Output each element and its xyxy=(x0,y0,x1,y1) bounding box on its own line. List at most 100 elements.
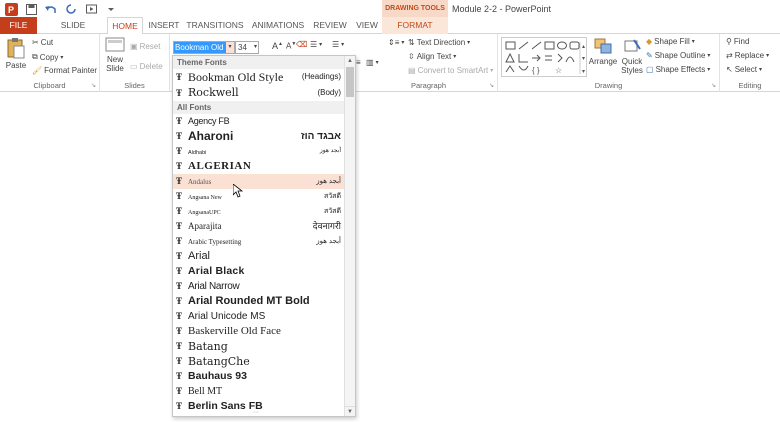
quick-styles-label: Quick xyxy=(621,57,643,66)
font-item-arial-rounded-mt-bold[interactable]: Ŧ Arial Rounded MT Bold xyxy=(173,294,345,309)
tab-view[interactable]: VIEW xyxy=(352,17,382,34)
copy-button[interactable]: ⧉ Copy ▾ xyxy=(32,52,63,62)
clipboard-group-label: Clipboard xyxy=(33,81,66,90)
dialog-launcher-icon[interactable]: ↘ xyxy=(91,82,96,89)
bullets-icon: ☰ xyxy=(310,40,318,49)
align-left-button[interactable]: ≡ xyxy=(356,58,361,67)
font-name-combobox[interactable]: Bookman Old S ▾ xyxy=(173,41,235,54)
chevron-down-icon[interactable]: ▾ xyxy=(254,42,257,53)
font-item-name: Berlin Sans FB xyxy=(188,400,263,412)
select-label: Select xyxy=(734,65,757,74)
start-slideshow-icon[interactable] xyxy=(84,2,98,16)
dropdown-scrollbar[interactable]: ▲ ▼ xyxy=(344,56,355,416)
align-text-button[interactable]: ⇳ Align Text ▾ xyxy=(408,52,456,61)
font-item-sample: สวัสดี xyxy=(323,193,341,200)
decrease-font-size-button[interactable]: A▼ xyxy=(286,41,296,51)
truetype-icon: Ŧ xyxy=(176,296,183,306)
tab-format[interactable]: FORMAT xyxy=(382,17,448,34)
font-item-arial-narrow[interactable]: Ŧ Arial Narrow xyxy=(173,279,345,294)
shape-effects-button[interactable]: ▢ Shape Effects ▾ xyxy=(646,65,710,74)
editing-group-label: Editing xyxy=(738,81,762,90)
font-item-arial[interactable]: Ŧ Arial xyxy=(173,249,345,264)
font-item-batangche[interactable]: Ŧ BatangChe xyxy=(173,354,345,369)
tab-animations[interactable]: ANIMATIONS xyxy=(249,17,307,34)
font-item-baskerville-old-face[interactable]: Ŧ Baskerville Old Face xyxy=(173,324,345,339)
font-item-agency-fb[interactable]: Ŧ Agency FB xyxy=(173,114,345,129)
font-item-rockwell[interactable]: Ŧ Rockwell (Body) xyxy=(173,85,345,101)
shapes-gallery[interactable]: { } ☆ ▴ ▾ ▾ xyxy=(501,37,587,77)
font-item-bookman-old-style[interactable]: Ŧ Bookman Old Style (Headings) xyxy=(173,69,345,85)
tab-transitions[interactable]: TRANSITIONS xyxy=(186,17,244,34)
tab-slide-master[interactable]: SLIDE MASTER xyxy=(42,17,104,47)
replace-button[interactable]: ⇄ Replace ▾ xyxy=(726,51,769,60)
new-slide-button[interactable]: New Slide xyxy=(102,37,128,73)
format-painter-button[interactable]: 🖌 Format Painter xyxy=(32,66,97,75)
undo-icon[interactable] xyxy=(44,2,58,16)
resize-grip-icon[interactable]: ⋯ xyxy=(253,409,259,416)
font-item-aparajita[interactable]: Ŧ Aparajita देवनागरी xyxy=(173,219,345,234)
text-direction-icon: ⇅ xyxy=(408,38,415,47)
customize-toolbar-icon[interactable] xyxy=(104,2,118,16)
truetype-icon: Ŧ xyxy=(176,401,183,411)
tab-home[interactable]: HOME xyxy=(107,17,143,35)
bullets-button[interactable]: ☰ ▾ xyxy=(310,40,322,49)
delete-button[interactable]: ▭ Delete xyxy=(130,62,163,71)
all-fonts-list: Ŧ Agency FB Ŧ Aharoni אבגד הוז Ŧ Aldhabi أبجد… xyxy=(173,114,355,414)
tab-review[interactable]: REVIEW xyxy=(311,17,349,34)
dialog-launcher-icon[interactable]: ↘ xyxy=(489,82,494,89)
powerpoint-logo-icon: P xyxy=(4,2,18,16)
slide-canvas[interactable] xyxy=(0,92,780,422)
cut-button[interactable]: ✂ Cut xyxy=(32,38,53,47)
font-item-bauhaus-93[interactable]: Ŧ Bauhaus 93 xyxy=(173,369,345,384)
reset-icon: ▣ xyxy=(130,42,138,51)
font-item-arabic-typesetting[interactable]: Ŧ Arabic Typesetting أبجد هوز xyxy=(173,234,345,249)
scroll-down-icon[interactable]: ▼ xyxy=(345,406,355,416)
clear-formatting-button[interactable]: ⌫ xyxy=(296,40,307,49)
reset-button[interactable]: ▣ Reset xyxy=(130,42,160,51)
chevron-down-icon[interactable]: ▾ xyxy=(226,42,234,53)
shape-outline-button[interactable]: ✎ Shape Outline ▾ xyxy=(646,51,710,60)
truetype-icon: Ŧ xyxy=(176,72,183,82)
columns-button[interactable]: ▥ ▾ xyxy=(366,58,379,67)
truetype-icon: Ŧ xyxy=(176,176,183,186)
svg-text:▴: ▴ xyxy=(582,44,585,50)
numbering-button[interactable]: ☰ ▾ xyxy=(332,40,344,49)
font-item-angsana-new[interactable]: Ŧ Angsana New สวัสดี xyxy=(173,189,345,204)
chevron-down-icon: ▾ xyxy=(707,67,711,73)
chevron-down-icon: ▾ xyxy=(401,40,405,46)
find-button[interactable]: ⚲ Find xyxy=(726,37,749,46)
convert-smartart-button[interactable]: ▤ Convert to SmartArt ▾ xyxy=(408,66,493,75)
font-item-arial-unicode-ms[interactable]: Ŧ Arial Unicode MS xyxy=(173,309,345,324)
font-item-andalus[interactable]: Ŧ Andalus أبجد هوز xyxy=(173,174,345,189)
tab-insert[interactable]: INSERT xyxy=(146,17,182,34)
all-fonts-header: All Fonts xyxy=(173,101,355,114)
save-icon[interactable] xyxy=(24,2,38,16)
tab-file[interactable]: FILE xyxy=(0,17,37,34)
scroll-up-icon[interactable]: ▲ xyxy=(345,56,355,66)
text-direction-button[interactable]: ⇅ Text Direction ▾ xyxy=(408,38,470,47)
font-item-bell-mt[interactable]: Ŧ Bell MT xyxy=(173,384,345,399)
font-item-algerian[interactable]: Ŧ ALGERIAN xyxy=(173,159,345,174)
font-item-angsanaupc[interactable]: Ŧ AngsanaUPC สวัสดี xyxy=(173,204,345,219)
font-item-batang[interactable]: Ŧ Batang xyxy=(173,339,345,354)
quick-styles-button[interactable]: Quick Styles xyxy=(618,37,646,75)
redo-icon[interactable] xyxy=(64,2,78,16)
select-button[interactable]: ↖ Select ▾ xyxy=(726,65,762,74)
font-item-arial-black[interactable]: Ŧ Arial Black xyxy=(173,264,345,279)
dialog-launcher-icon[interactable]: ↘ xyxy=(711,82,716,89)
truetype-icon: Ŧ xyxy=(176,131,183,141)
line-spacing-button[interactable]: ⇕≡ ▾ xyxy=(388,38,404,47)
grow-font-icon: A▲ xyxy=(272,41,283,51)
truetype-icon: Ŧ xyxy=(176,206,183,216)
scrollbar-thumb[interactable] xyxy=(346,67,354,97)
font-item-name: Baskerville Old Face xyxy=(188,325,281,337)
font-item-aldhabi[interactable]: Ŧ Aldhabi أبجد هوز xyxy=(173,144,345,159)
font-size-combobox[interactable]: 34 ▾ xyxy=(235,41,259,54)
drawing-group-label: Drawing xyxy=(594,81,623,90)
font-item-berlin-sans-fb[interactable]: Ŧ Berlin Sans FB xyxy=(173,399,345,414)
shape-fill-button[interactable]: ◆ Shape Fill ▾ xyxy=(646,37,695,46)
paste-button[interactable]: Paste xyxy=(4,37,28,70)
arrange-button[interactable]: Arrange xyxy=(588,37,618,66)
increase-font-size-button[interactable]: A▲ xyxy=(272,41,283,51)
font-item-aharoni[interactable]: Ŧ Aharoni אבגד הוז xyxy=(173,129,345,144)
